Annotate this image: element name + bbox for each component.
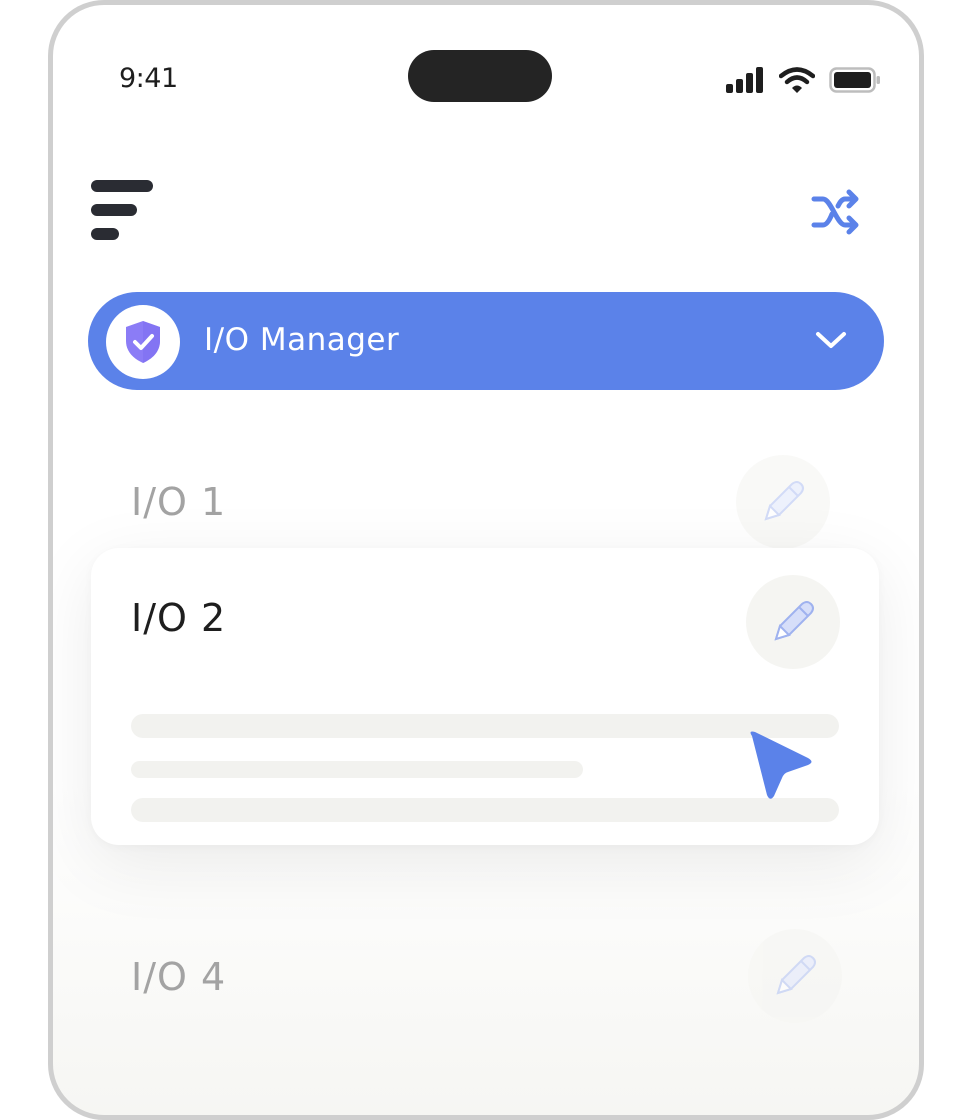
manager-label: I/O Manager xyxy=(204,322,400,358)
io-manager-dropdown[interactable]: I/O Manager xyxy=(88,292,884,390)
battery-icon xyxy=(829,67,880,93)
pencil-icon xyxy=(776,955,816,995)
edit-button[interactable] xyxy=(746,575,840,669)
status-time: 9:41 xyxy=(119,63,178,94)
status-icons xyxy=(725,67,881,93)
list-item-label: I/O 1 xyxy=(131,480,227,524)
chevron-down-icon[interactable] xyxy=(814,328,848,352)
menu-icon[interactable] xyxy=(91,180,157,242)
shield-check-icon xyxy=(126,321,160,363)
phone-frame: 9:41 I/O Manager I/O 1 I/O 4 I/O 2 xyxy=(48,0,924,1120)
skeleton-line xyxy=(131,761,583,778)
edit-button[interactable] xyxy=(736,455,830,549)
shuffle-icon[interactable] xyxy=(811,188,863,236)
pointer-arrow-icon xyxy=(750,731,812,799)
list-item-label: I/O 4 xyxy=(131,955,227,999)
manager-avatar xyxy=(106,305,180,379)
list-item-label: I/O 2 xyxy=(131,596,227,640)
skeleton-line xyxy=(131,798,839,822)
dynamic-island xyxy=(408,50,552,102)
pencil-icon xyxy=(774,601,814,641)
wifi-icon xyxy=(779,67,815,93)
skeleton-line xyxy=(131,714,839,738)
edit-button[interactable] xyxy=(748,929,842,1023)
pencil-icon xyxy=(764,481,804,521)
cellular-signal-icon xyxy=(726,67,763,93)
